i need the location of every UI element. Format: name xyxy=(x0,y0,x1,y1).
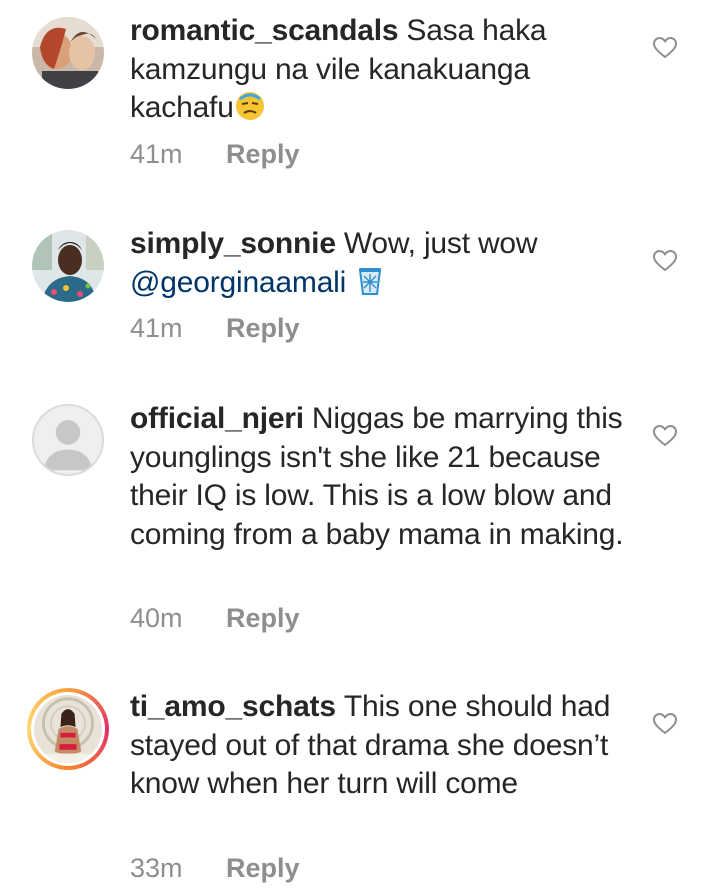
heart-outline-icon[interactable] xyxy=(652,36,678,60)
reply-button[interactable]: Reply xyxy=(226,313,300,343)
comment-meta: 41m Reply xyxy=(130,139,300,170)
heart-outline-icon[interactable] xyxy=(652,424,678,448)
unamused-face-emoji xyxy=(235,92,264,120)
comment-username[interactable]: simply_sonnie xyxy=(130,227,336,260)
comment-text-block: official_njeri Niggas be marrying this yo… xyxy=(130,400,630,554)
comment-timestamp: 33m xyxy=(130,853,183,883)
reply-button[interactable]: Reply xyxy=(226,603,300,633)
reply-button[interactable]: Reply xyxy=(226,853,300,883)
comment-item: simply_sonnie Wow, just wow @georginaamal… xyxy=(0,200,720,370)
reply-button[interactable]: Reply xyxy=(226,139,300,169)
default-avatar-icon xyxy=(34,406,102,474)
avatar-ring-gap xyxy=(31,692,105,766)
wastebasket-emoji xyxy=(359,267,382,295)
avatar[interactable] xyxy=(32,230,104,302)
heart-outline-icon[interactable] xyxy=(652,712,678,736)
comment-timestamp: 41m xyxy=(130,313,183,343)
comment-text-block: romantic_scandals Sasa haka kamzungu na v… xyxy=(130,12,630,128)
avatar[interactable] xyxy=(32,17,104,89)
comment-text: Wow, just wow xyxy=(343,227,538,260)
comment-username[interactable]: ti_amo_schats xyxy=(130,690,336,723)
avatar[interactable] xyxy=(32,404,104,476)
comment-timestamp: 40m xyxy=(130,603,183,633)
comment-item: ti_amo_schats This one should had stayed … xyxy=(0,675,720,895)
avatar xyxy=(34,695,102,763)
avatar-story-ring[interactable] xyxy=(27,688,109,770)
avatar-photo xyxy=(34,695,102,763)
comment-timestamp: 41m xyxy=(130,139,183,169)
comment-meta: 33m Reply xyxy=(130,853,300,884)
comment-meta: 40m Reply xyxy=(130,603,300,634)
avatar-photo xyxy=(32,230,104,302)
comment-item: official_njeri Niggas be marrying this yo… xyxy=(0,370,720,675)
avatar-photo xyxy=(32,17,104,89)
mention-link[interactable]: @georginaamali xyxy=(130,266,346,299)
comment-meta: 41m Reply xyxy=(130,313,300,344)
heart-outline-icon[interactable] xyxy=(652,249,678,273)
comment-username[interactable]: official_njeri xyxy=(130,402,304,435)
comment-text-block: simply_sonnie Wow, just wow @georginaamal… xyxy=(130,225,630,302)
comment-username[interactable]: romantic_scandals xyxy=(130,14,399,47)
comment-item: romantic_scandals Sasa haka kamzungu na v… xyxy=(0,0,720,200)
comment-text-block: ti_amo_schats This one should had stayed … xyxy=(130,688,630,804)
